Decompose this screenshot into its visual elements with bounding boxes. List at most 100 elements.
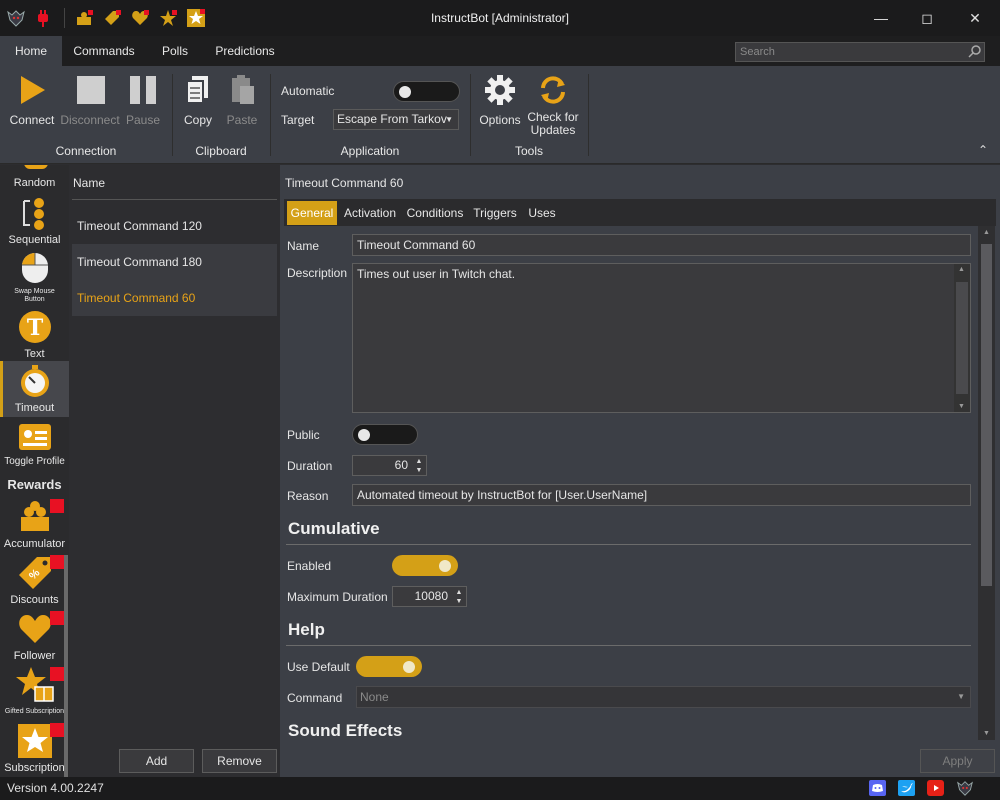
- accumulator-icon[interactable]: [75, 9, 93, 27]
- scroll-up-icon[interactable]: ▲: [983, 229, 990, 236]
- tab-activation[interactable]: Activation: [340, 201, 400, 225]
- ribbon-divider: [588, 74, 589, 156]
- help-section-header: Help: [288, 620, 325, 639]
- chevron-down-icon: ▼: [445, 115, 453, 124]
- apply-button[interactable]: Apply: [920, 749, 995, 773]
- textarea-scrollbar[interactable]: ▲ ▼: [954, 264, 970, 412]
- youtube-icon[interactable]: [927, 780, 944, 796]
- version-text: Version 4.00.2247: [7, 781, 104, 795]
- sidebar-item-sequential[interactable]: Sequential: [0, 193, 69, 249]
- reason-input[interactable]: Automated timeout by InstructBot for [Us…: [352, 484, 971, 506]
- sidebar-item-label: Timeout: [14, 402, 55, 414]
- tab-general[interactable]: General: [287, 201, 337, 225]
- discount-icon[interactable]: [103, 9, 121, 27]
- remove-button[interactable]: Remove: [202, 749, 277, 773]
- maximize-button[interactable]: ◻: [904, 0, 950, 36]
- app-logo-icon[interactable]: [956, 779, 974, 797]
- target-value: Escape From Tarkov: [337, 112, 447, 126]
- red-badge: [50, 723, 64, 737]
- scroll-down-icon[interactable]: ▼: [983, 730, 990, 737]
- svg-text:T: T: [26, 315, 43, 341]
- use-default-toggle[interactable]: [356, 656, 422, 677]
- check-updates-button[interactable]: Check for Updates: [526, 74, 580, 137]
- sidebar-item-label: Accumulator: [3, 538, 66, 550]
- description-text: Times out user in Twitch chat.: [357, 267, 516, 281]
- reason-label: Reason: [287, 489, 329, 503]
- discord-icon[interactable]: [869, 780, 886, 796]
- disconnect-button[interactable]: Disconnect: [60, 74, 120, 127]
- sidebar-item-label: Subscription: [4, 762, 65, 774]
- sidebar-item-swap-mouse[interactable]: Swap Mouse Button: [0, 251, 69, 307]
- play-icon: [21, 76, 45, 104]
- paste-button[interactable]: Paste: [222, 74, 262, 127]
- star-icon: [17, 724, 52, 758]
- automatic-toggle[interactable]: [393, 81, 460, 102]
- sequential-icon: [22, 198, 44, 230]
- enabled-label: Enabled: [287, 559, 332, 573]
- maximum-duration-spinner[interactable]: 10080 ▲ ▼: [392, 586, 467, 607]
- check-updates-label-2: Updates: [530, 123, 576, 137]
- detail-scrollbar[interactable]: ▲ ▼: [978, 226, 995, 740]
- duration-spinner[interactable]: 60 ▲ ▼: [352, 455, 427, 476]
- sidebar-item-label: Toggle Profile: [4, 456, 65, 467]
- sidebar-item-toggle-profile[interactable]: Toggle Profile: [0, 417, 69, 473]
- tab-triggers[interactable]: Triggers: [470, 201, 520, 225]
- spinner-arrows[interactable]: ▲ ▼: [414, 457, 424, 475]
- connect-label: Connect: [9, 113, 55, 127]
- tab-commands[interactable]: Commands: [68, 36, 140, 67]
- heart-icon[interactable]: [131, 9, 149, 27]
- pause-icon: [130, 76, 156, 104]
- stop-icon: [77, 76, 105, 104]
- list-column-header[interactable]: Name: [73, 176, 105, 190]
- sidebar-scrollbar[interactable]: [64, 555, 68, 777]
- enabled-toggle[interactable]: [392, 555, 458, 576]
- refresh-icon: [541, 76, 565, 104]
- tab-conditions[interactable]: Conditions: [404, 201, 466, 225]
- tab-predictions[interactable]: Predictions: [210, 36, 280, 67]
- list-item[interactable]: Timeout Command 180: [72, 244, 277, 280]
- options-label: Options: [479, 113, 521, 127]
- gifted-star-icon[interactable]: [159, 9, 177, 27]
- red-badge: [50, 667, 64, 681]
- duration-label: Duration: [287, 459, 333, 473]
- header-divider: [72, 199, 277, 200]
- minimize-button[interactable]: —: [858, 0, 904, 36]
- scrollbar-thumb[interactable]: [981, 244, 992, 586]
- sidebar-item-random[interactable]: Random: [0, 165, 69, 193]
- sidebar-item-label: Gifted Subscription: [4, 708, 65, 715]
- copy-button[interactable]: Copy: [178, 74, 218, 127]
- search-input[interactable]: Search: [735, 42, 985, 62]
- section-divider: [286, 645, 971, 646]
- sidebar-item-label: Text: [24, 348, 45, 360]
- pause-button[interactable]: Pause: [122, 74, 164, 127]
- twitter-icon[interactable]: [898, 780, 915, 796]
- sidebar-item-text[interactable]: T Text: [0, 307, 69, 363]
- options-button[interactable]: Options: [478, 74, 522, 127]
- list-item-selected[interactable]: Timeout Command 60: [72, 280, 277, 316]
- close-button[interactable]: ✕: [952, 0, 998, 36]
- description-label: Description: [287, 266, 348, 280]
- add-button[interactable]: Add: [119, 749, 194, 773]
- plug-icon[interactable]: [34, 8, 52, 28]
- search-icon[interactable]: [968, 44, 982, 58]
- sidebar-item-timeout[interactable]: Timeout: [0, 361, 69, 417]
- accumulator-icon: [20, 501, 49, 531]
- collapse-ribbon-icon[interactable]: ⌃: [978, 143, 988, 157]
- red-badge: [50, 499, 64, 513]
- name-input[interactable]: Timeout Command 60: [352, 234, 971, 256]
- connect-button[interactable]: Connect: [6, 74, 58, 127]
- tab-polls[interactable]: Polls: [150, 36, 200, 67]
- command-select[interactable]: None ▼: [356, 686, 971, 708]
- paste-icon: [232, 75, 254, 104]
- tab-home[interactable]: Home: [0, 36, 62, 67]
- spinner-arrows[interactable]: ▲ ▼: [454, 588, 464, 606]
- star-icon[interactable]: [187, 9, 205, 27]
- description-textarea[interactable]: Times out user in Twitch chat. ▲ ▼: [352, 263, 971, 413]
- list-item[interactable]: Timeout Command 120: [72, 208, 277, 244]
- public-toggle[interactable]: [352, 424, 418, 445]
- discount-tag-icon: %: [18, 557, 51, 589]
- sound-effects-section-header: Sound Effects: [288, 721, 403, 740]
- target-select[interactable]: Escape From Tarkov ▼: [333, 109, 459, 130]
- tab-uses[interactable]: Uses: [524, 201, 560, 225]
- command-value: None: [360, 690, 389, 704]
